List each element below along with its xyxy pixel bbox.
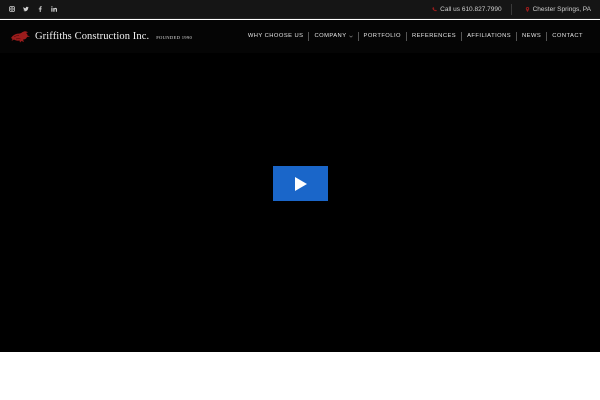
nav-label: Contact bbox=[552, 33, 583, 39]
location-contact: Chester Springs, PA bbox=[516, 6, 600, 13]
company-tagline: FOUNDED 1990 bbox=[156, 35, 193, 40]
nav-label: Affiliations bbox=[467, 33, 512, 39]
nav-affiliations[interactable]: Affiliations bbox=[461, 32, 516, 41]
nav-news[interactable]: News bbox=[516, 32, 546, 41]
instagram-icon bbox=[8, 6, 15, 12]
topbar-divider bbox=[510, 3, 512, 15]
site-header: Griffiths Construction Inc. FOUNDED 1990… bbox=[0, 20, 600, 53]
social-links bbox=[0, 6, 57, 13]
play-icon bbox=[294, 176, 307, 191]
hero-video[interactable] bbox=[0, 53, 600, 352]
top-bar: Call us 610.827.7990 Chester Springs, PA bbox=[0, 0, 600, 19]
linkedin-link[interactable] bbox=[50, 6, 57, 13]
nav-references[interactable]: References bbox=[405, 32, 461, 41]
phone-icon bbox=[432, 6, 437, 11]
contact-info: Call us 610.827.7990 Chester Springs, PA bbox=[423, 0, 600, 18]
nav-why-choose-us[interactable]: Why Choose Us bbox=[243, 32, 309, 41]
site-logo[interactable]: Griffiths Construction Inc. FOUNDED 1990 bbox=[0, 30, 192, 44]
nav-label: News bbox=[522, 33, 542, 39]
nav-label: Portfolio bbox=[363, 33, 401, 39]
nav-company[interactable]: Company bbox=[308, 32, 357, 41]
phone-text: Call us 610.827.7990 bbox=[440, 5, 502, 13]
facebook-icon bbox=[38, 6, 42, 12]
location-pin-icon bbox=[525, 6, 529, 12]
facebook-link[interactable] bbox=[36, 6, 43, 13]
linkedin-icon bbox=[50, 6, 57, 12]
main-navigation: Why Choose Us Company Portfolio Referenc… bbox=[243, 32, 600, 41]
nav-label: References bbox=[411, 33, 457, 39]
nav-portfolio[interactable]: Portfolio bbox=[357, 32, 406, 41]
page-content-area bbox=[0, 352, 600, 400]
griffin-logo-icon bbox=[11, 30, 30, 42]
location-text: Chester Springs, PA bbox=[532, 5, 591, 13]
company-name: Griffiths Construction Inc. bbox=[35, 31, 150, 42]
nav-label: Why Choose Us bbox=[247, 33, 304, 39]
video-play-button[interactable] bbox=[273, 166, 328, 201]
twitter-link[interactable] bbox=[22, 6, 29, 13]
phone-contact[interactable]: Call us 610.827.7990 bbox=[423, 6, 510, 13]
instagram-link[interactable] bbox=[8, 6, 15, 13]
nav-label: Company bbox=[314, 33, 347, 39]
chevron-down-icon bbox=[348, 35, 353, 38]
nav-contact[interactable]: Contact bbox=[546, 32, 588, 41]
twitter-icon bbox=[22, 6, 29, 12]
